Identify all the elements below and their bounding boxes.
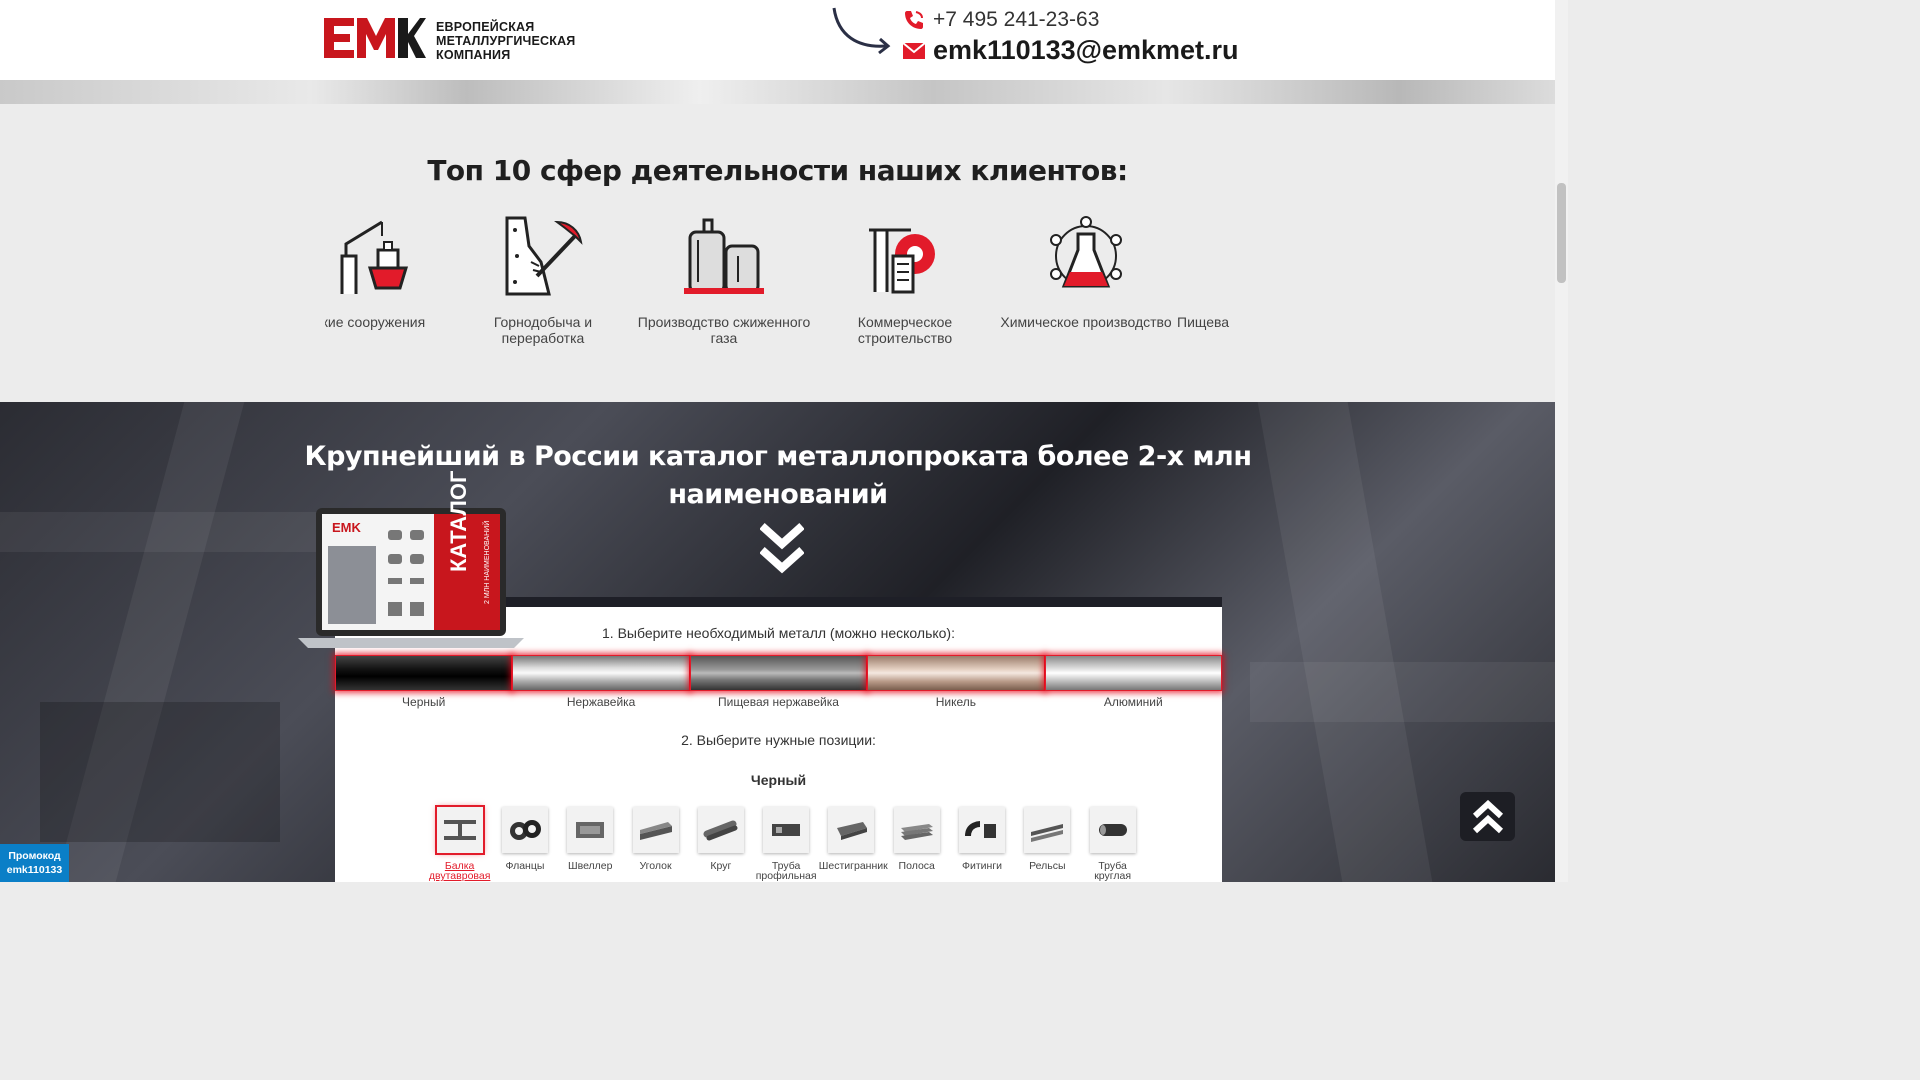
round-pipe-icon xyxy=(1089,807,1136,853)
metal-swatch[interactable] xyxy=(689,655,868,691)
mail-icon xyxy=(903,40,927,62)
product-round-pipe[interactable]: Труба круглая xyxy=(1080,807,1145,881)
product-channel[interactable]: Швеллер xyxy=(558,807,623,881)
channel-icon xyxy=(567,807,614,853)
angle-icon xyxy=(632,807,679,853)
logo-mark xyxy=(324,17,426,65)
step2-label: 2. Выберите нужные позиции: xyxy=(681,732,876,748)
strip-icon xyxy=(893,807,940,853)
site-header: ЕВРОПЕЙСКАЯ МЕТАЛЛУРГИЧЕСКАЯ КОМПАНИЯ +7… xyxy=(0,0,1555,80)
catalog-title: Крупнейший в России каталог металлопрока… xyxy=(304,441,1252,510)
email-address[interactable]: emk110133@emkmet.ru xyxy=(933,35,1239,66)
product-options: Балка двутавровая Фланцы Швеллер Уголок … xyxy=(427,805,1145,881)
client-spheres-section: Топ 10 сфер деятельности наших клиентов:… xyxy=(0,104,1555,402)
sphere-item[interactable]: Горнодобыча и переработка xyxy=(453,216,633,346)
metal-swatch[interactable] xyxy=(867,655,1045,691)
scrollbar-thumb[interactable] xyxy=(1557,183,1566,283)
scroll-to-top-button[interactable] xyxy=(1460,792,1515,841)
sphere-item[interactable]: Производство сжиженного газа xyxy=(634,216,814,346)
email-contact[interactable]: emk110133@emkmet.ru xyxy=(903,35,1239,66)
metal-option-food-stainless[interactable]: Пищевая нержавейка xyxy=(689,655,868,709)
promo-code-badge[interactable]: Промокод emk110133 xyxy=(0,844,69,882)
double-chevron-up-icon xyxy=(1472,799,1503,833)
construction-crane-icon xyxy=(869,228,935,294)
laptop-caption: КАТАЛОГ xyxy=(446,470,471,572)
logo-text: ЕВРОПЕЙСКАЯ МЕТАЛЛУРГИЧЕСКАЯ КОМПАНИЯ xyxy=(436,20,576,62)
page-scrollbar[interactable] xyxy=(1555,0,1568,882)
product-round-bar[interactable]: Круг xyxy=(688,807,753,881)
mining-pickaxe-icon xyxy=(505,216,583,296)
metal-option-nickel[interactable]: Никель xyxy=(867,655,1045,709)
metal-options: Черный Нержавейка Пищевая нержавейка Ник… xyxy=(335,655,1222,709)
beam-icon xyxy=(434,805,485,855)
hexagon-bar-icon xyxy=(828,807,875,853)
metal-option-stainless[interactable]: Нержавейка xyxy=(512,655,690,709)
product-fittings[interactable]: Фитинги xyxy=(949,807,1014,881)
metal-option-aluminum[interactable]: Алюминий xyxy=(1044,655,1222,709)
double-chevron-down-icon xyxy=(760,523,804,574)
chemical-flask-icon xyxy=(1050,216,1122,288)
phone-icon xyxy=(903,9,927,31)
product-flanges[interactable]: Фланцы xyxy=(492,807,557,881)
phone-contact[interactable]: +7 495 241-23-63 xyxy=(903,8,1099,32)
food-production-icon xyxy=(1227,216,1231,296)
phone-number[interactable]: +7 495 241-23-63 xyxy=(933,8,1099,32)
metal-swatch[interactable] xyxy=(335,655,513,691)
ship-crane-icon xyxy=(340,220,409,294)
catalog-section: Крупнейший в России каталог металлопрока… xyxy=(0,402,1555,882)
fittings-icon xyxy=(959,807,1006,853)
product-rails[interactable]: Рельсы xyxy=(1015,807,1080,881)
sphere-item[interactable]: ские сооружения xyxy=(325,216,460,330)
laptop-subcaption: 2 МЛН НАИМЕНОВАНИЙ xyxy=(484,520,491,604)
curved-arrow-icon xyxy=(832,7,891,55)
selected-metal-title: Черный xyxy=(750,772,807,788)
product-beam[interactable]: Балка двутавровая xyxy=(427,805,492,881)
spheres-title: Топ 10 сфер деятельности наших клиентов: xyxy=(427,154,1128,187)
decorative-pipes-strip xyxy=(0,80,1555,104)
product-hexagon[interactable]: Шестигранник xyxy=(819,807,888,881)
flange-icon xyxy=(501,807,548,853)
metal-option-black[interactable]: Черный xyxy=(335,655,513,709)
round-bar-icon xyxy=(697,807,744,853)
sphere-item[interactable]: Пищева xyxy=(1177,216,1231,330)
metal-swatch[interactable] xyxy=(1044,655,1222,691)
product-strip[interactable]: Полоса xyxy=(884,807,949,881)
gas-tanks-icon xyxy=(684,218,764,294)
profile-pipe-icon xyxy=(763,807,810,853)
catalog-laptop-image[interactable]: EMK КАТАЛОГ 2 МЛН НАИМЕНОВАНИЙ xyxy=(298,471,524,648)
sphere-item[interactable]: Химическое производство xyxy=(996,216,1176,330)
product-profile-pipe[interactable]: Труба профильная xyxy=(753,807,818,881)
spheres-carousel[interactable]: ские сооружения Горнодобыча и переработк… xyxy=(325,216,1231,356)
sphere-item[interactable]: Коммерческое строительство xyxy=(815,216,995,346)
company-logo[interactable]: ЕВРОПЕЙСКАЯ МЕТАЛЛУРГИЧЕСКАЯ КОМПАНИЯ xyxy=(324,17,575,65)
metal-swatch[interactable] xyxy=(512,655,690,691)
rails-icon xyxy=(1024,807,1071,853)
catalog-selector-panel: 1. Выберите необходимый металл (можно не… xyxy=(335,607,1222,882)
product-angle[interactable]: Уголок xyxy=(623,807,688,881)
